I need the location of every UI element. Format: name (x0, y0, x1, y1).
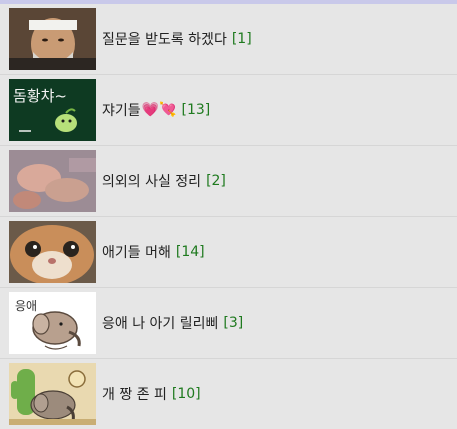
elephant-text: 응애 (15, 299, 37, 313)
sign-text: 돔황챠~ (13, 87, 67, 105)
list-item[interactable]: 응애 응애 나 아기 릴리삐 [3] (0, 288, 457, 359)
list-item[interactable]: 돔황챠~ 쟈기들 💗💘 [13] (0, 75, 457, 146)
list-item[interactable]: 애기들 머해 [14] (0, 217, 457, 288)
post-list: 질문을 받도록 하겠다 [1] 돔황챠~ 쟈기들 💗💘 [13] 의외의 사실 … (0, 4, 457, 429)
list-item-text: 질문을 받도록 하겠다 [1] (102, 4, 252, 74)
comment-count: [10] (171, 386, 201, 402)
post-title[interactable]: 애기들 머해 (102, 242, 171, 262)
heart-emoji: 💗💘 (141, 102, 177, 118)
list-item-text: 개 짱 존 피 [10] (102, 359, 201, 429)
post-title[interactable]: 개 짱 존 피 (102, 384, 167, 404)
thumbnail-elephant-cactus (9, 363, 96, 425)
list-item[interactable]: 의외의 사실 정리 [2] (0, 146, 457, 217)
list-item-text: 응애 나 아기 릴리삐 [3] (102, 288, 243, 358)
thumbnail-cat-face (9, 221, 96, 283)
post-title[interactable]: 의외의 사실 정리 (102, 171, 201, 191)
list-item-text: 의외의 사실 정리 [2] (102, 146, 226, 216)
comment-count: [2] (206, 173, 226, 189)
list-item[interactable]: 개 짱 존 피 [10] (0, 359, 457, 429)
list-item[interactable]: 질문을 받도록 하겠다 [1] (0, 4, 457, 75)
thumbnail-cat-paws (9, 150, 96, 212)
post-title[interactable]: 질문을 받도록 하겠다 (102, 29, 227, 49)
post-title[interactable]: 쟈기들 (102, 100, 141, 120)
comment-count: [3] (223, 315, 244, 331)
thumbnail-chalkboard-sign: 돔황챠~ (9, 79, 96, 141)
thumbnail-man-headband (9, 8, 96, 70)
list-item-text: 애기들 머해 [14] (102, 217, 205, 287)
comment-count: [1] (231, 31, 252, 47)
comment-count: [14] (175, 244, 205, 260)
post-title[interactable]: 응애 나 아기 릴리삐 (102, 313, 218, 333)
list-item-text: 쟈기들 💗💘 [13] (102, 75, 210, 145)
thumbnail-elephant-sticker: 응애 (9, 292, 96, 354)
comment-count: [13] (181, 102, 211, 118)
